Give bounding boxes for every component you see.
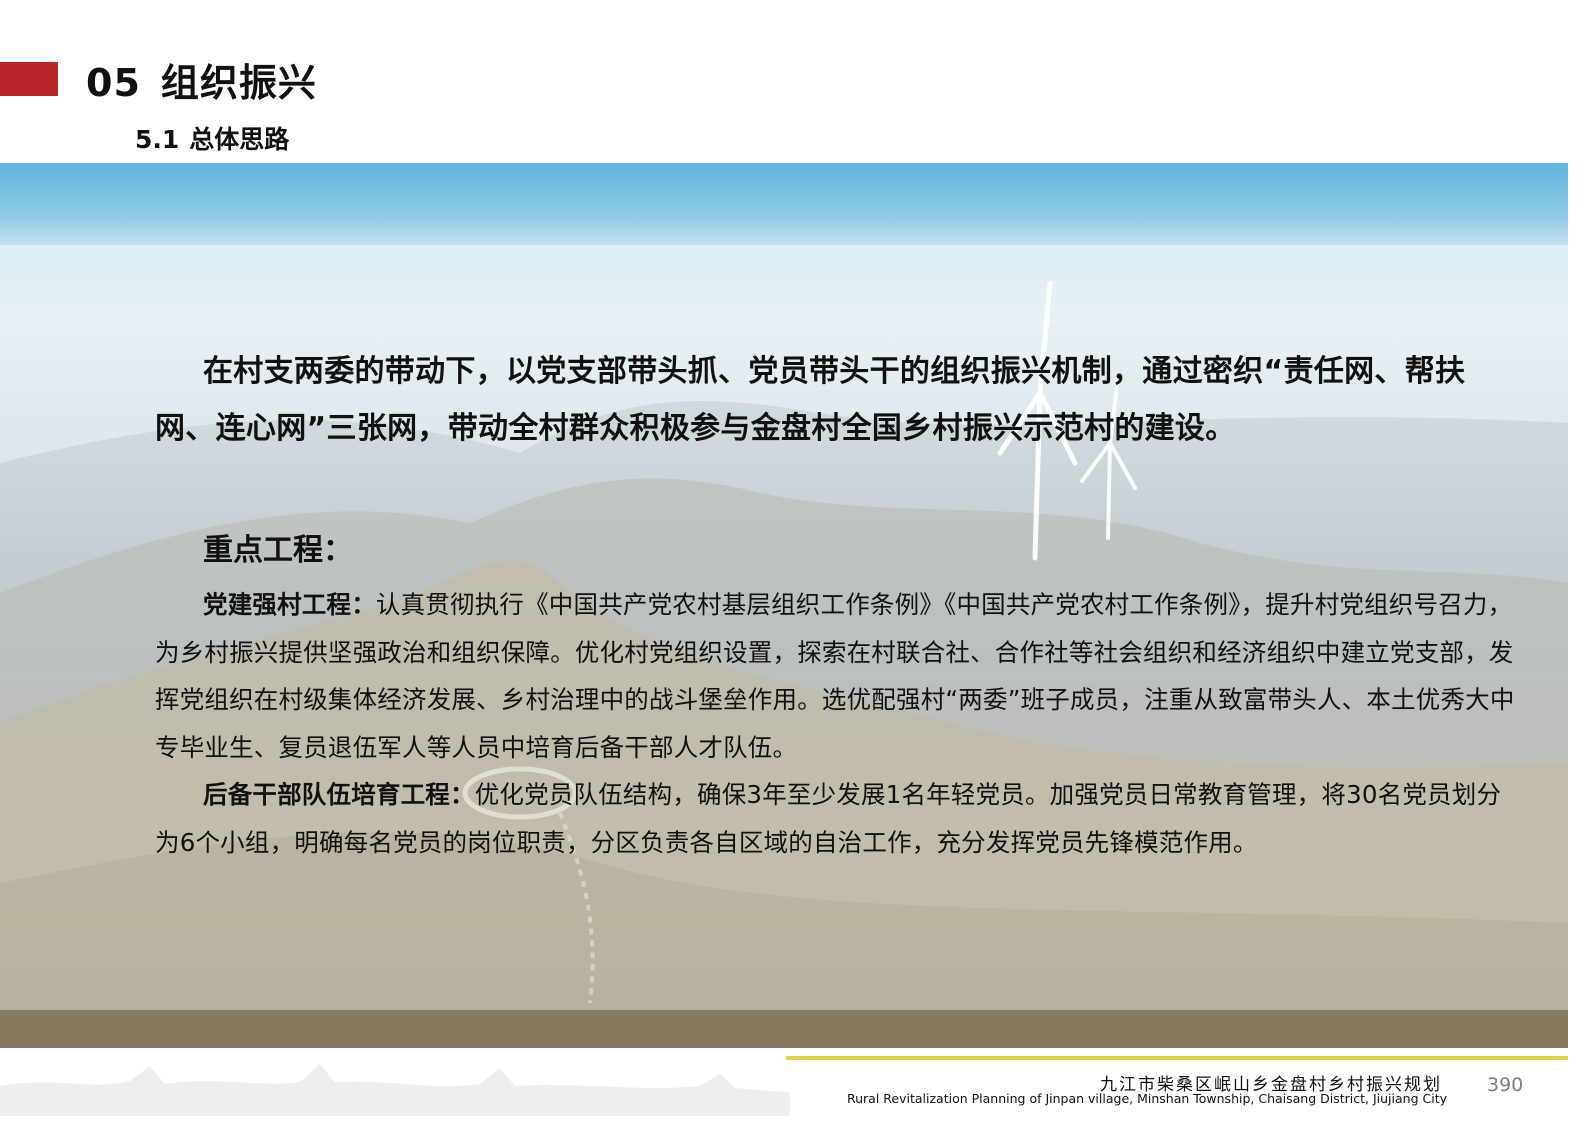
footer-title-en: Rural Revitalization Planning of Jinpan … [847, 1091, 1447, 1106]
section-number: 05 [86, 61, 141, 105]
footer-silhouette-decoration [0, 1064, 790, 1116]
project-party-building: 党建强村工程：认真贯彻执行《中国共产党农村基层组织工作条例》《中国共产党农村工作… [155, 581, 1515, 771]
page-number: 390 [1487, 1074, 1524, 1096]
subsection-title: 5.1 总体思路 [135, 120, 289, 156]
section-accent-bar [0, 62, 58, 96]
footer-divider-line [786, 1056, 1568, 1060]
project-name: 后备干部队伍培育工程： [203, 780, 475, 809]
subsection-number: 5.1 [135, 125, 180, 154]
project-name: 党建强村工程： [203, 590, 376, 619]
project-reserve-cadre: 后备干部队伍培育工程：优化党员队伍结构，确保3年至少发展1名年轻党员。加强党员日… [155, 771, 1515, 866]
key-projects-heading: 重点工程： [203, 533, 353, 568]
section-title: 05 组织振兴 [86, 52, 317, 107]
section-title-text: 组织振兴 [160, 61, 317, 105]
intro-paragraph: 在村支两委的带动下，以党支部带头抓、党员带头干的组织振兴机制，通过密织“责任网、… [155, 354, 1466, 446]
subsection-title-text: 总体思路 [189, 125, 290, 154]
main-content: 在村支两委的带动下，以党支部带头抓、党员带头干的组织振兴机制，通过密织“责任网、… [155, 343, 1515, 866]
